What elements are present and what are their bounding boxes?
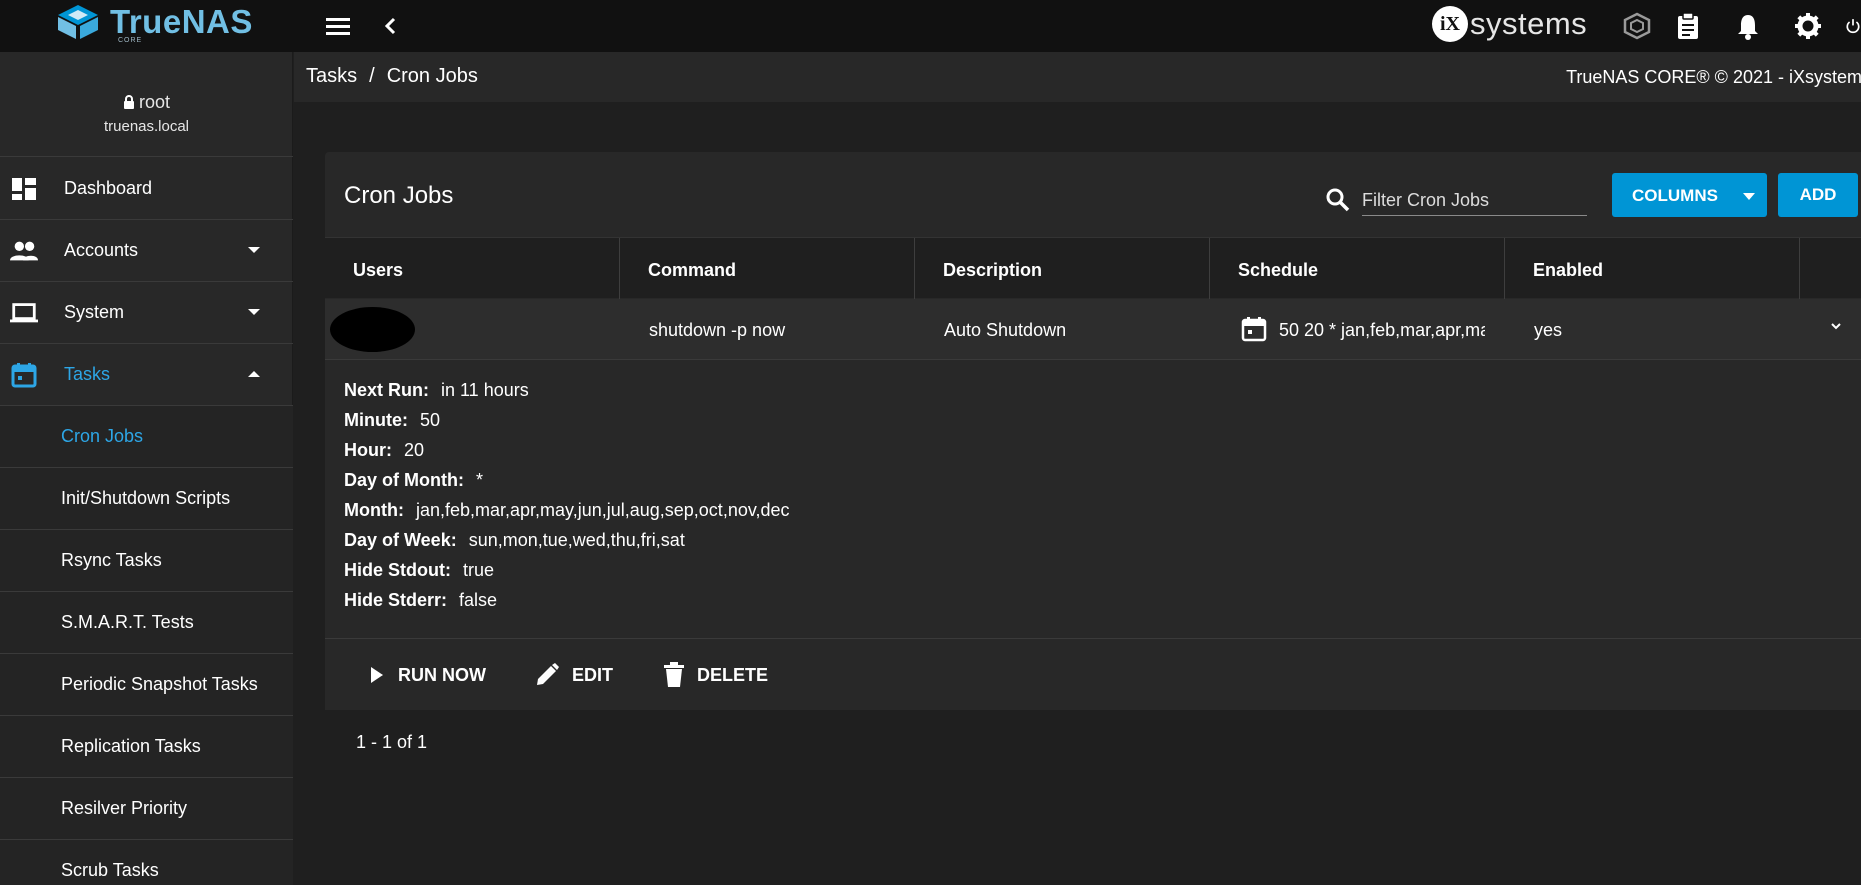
sidebar-item-label: Accounts [64, 240, 139, 260]
sidebar-subitem-init-shutdown-scripts[interactable]: Init/Shutdown Scripts [0, 468, 293, 530]
redacted-users-cell [330, 307, 415, 352]
description-cell: Auto Shutdown [944, 320, 1067, 340]
sidebar-subitem-cron-jobs[interactable]: Cron Jobs [0, 406, 293, 468]
sidebar-subitem-resilver-priority[interactable]: Resilver Priority [0, 778, 293, 840]
sidebar-subitem-scrub-tasks[interactable]: Scrub Tasks [0, 840, 293, 885]
sidebar-item-system[interactable]: System [0, 282, 293, 344]
sidebar-subitem-label: Scrub Tasks [61, 860, 159, 880]
page-title: Cron Jobs [344, 182, 454, 209]
truecommand-icon[interactable] [1622, 11, 1652, 41]
menu-icon[interactable] [324, 11, 354, 41]
gear-icon[interactable] [1793, 11, 1823, 41]
detail-day-of-month: Day of Month: * [344, 470, 483, 490]
breadcrumb-separator: / [369, 65, 375, 87]
ixsystems-logo[interactable]: iX systems [1432, 6, 1587, 42]
detail-hour: Hour: 20 [344, 440, 425, 460]
sidebar: root truenas.local Dashboard Accounts Sy… [0, 52, 293, 885]
ixsystems-logo-text: systems [1470, 6, 1588, 41]
command-cell: shutdown -p now [649, 320, 786, 340]
column-header-users[interactable]: Users [325, 238, 620, 299]
sidebar-item-label: System [64, 302, 125, 322]
detail-minute: Minute: 50 [344, 410, 441, 430]
sidebar-subitem-smart-tests[interactable]: S.M.A.R.T. Tests [0, 592, 293, 654]
table-header: Users Command Description Schedule Enabl… [325, 237, 1861, 299]
sidebar-item-label: Dashboard [64, 178, 153, 198]
add-button[interactable]: ADD [1778, 173, 1858, 217]
back-chevron-icon[interactable] [375, 11, 405, 41]
play-icon [371, 667, 383, 683]
sidebar-subitem-label: Rsync Tasks [61, 550, 162, 570]
caret-down-icon [248, 247, 260, 253]
username: root [138, 92, 171, 112]
sidebar-subitem-label: Resilver Priority [61, 798, 188, 818]
brand-name: TrueNAS [110, 3, 253, 40]
caret-down-icon [248, 309, 260, 315]
schedule-cell: 50 20 * jan,feb,mar,apr,may,jun,jul,aug,… [1279, 320, 1485, 340]
caret-up-icon [248, 371, 260, 377]
column-header-description[interactable]: Description [915, 238, 1210, 299]
pagination-range: 1 - 1 of 1 [356, 732, 428, 752]
sidebar-item-accounts[interactable]: Accounts [0, 220, 293, 282]
expand-chevron-icon[interactable] [1829, 319, 1843, 333]
breadcrumb-current: Cron Jobs [386, 65, 478, 87]
column-header-enabled[interactable]: Enabled [1505, 238, 1800, 299]
user-info: root truenas.local [0, 52, 293, 157]
detail-hide-stderr: Hide Stderr: false [344, 590, 498, 610]
truenas-logo-icon [58, 5, 98, 39]
column-header-command[interactable]: Command [620, 238, 915, 299]
caret-down-icon [1743, 193, 1755, 200]
sidebar-subitem-periodic-snapshot-tasks[interactable]: Periodic Snapshot Tasks [0, 654, 293, 716]
hostname: truenas.local [103, 118, 190, 135]
delete-button[interactable]: DELETE [663, 657, 768, 693]
sidebar-item-label: Tasks [64, 364, 111, 384]
dashboard-icon [10, 175, 38, 203]
row-details: Next Run: in 11 hours Minute: 50 Hour: 20 D… [325, 360, 1861, 638]
breadcrumb: Tasks / Cron Jobs [306, 65, 478, 88]
search-field [1325, 182, 1587, 217]
columns-button[interactable]: COLUMNS [1612, 173, 1767, 217]
power-icon[interactable] [1845, 11, 1861, 41]
sidebar-subitem-rsync-tasks[interactable]: Rsync Tasks [0, 530, 293, 592]
top-bar: TrueNAS CORE iX systems [0, 0, 1861, 52]
calendar-icon [10, 361, 38, 389]
copyright-text[interactable]: TrueNAS CORE® © 2021 - iXsystems [1566, 67, 1861, 88]
edit-button[interactable]: EDIT [534, 657, 613, 693]
ixsystems-logo-mark: iX [1432, 6, 1468, 42]
sidebar-subitem-label: Init/Shutdown Scripts [61, 488, 231, 508]
breadcrumb-bar: Tasks / Cron Jobs TrueNAS CORE® © 2021 - i… [294, 52, 1861, 102]
bell-icon[interactable] [1733, 11, 1763, 41]
sidebar-item-tasks[interactable]: Tasks [0, 344, 293, 406]
detail-hide-stdout: Hide Stdout: true [344, 560, 495, 580]
clipboard-icon[interactable] [1673, 11, 1703, 41]
table-footer: 1 - 1 of 1 [325, 710, 1861, 774]
pencil-icon [537, 663, 559, 685]
laptop-icon [10, 299, 38, 327]
sidebar-subitem-replication-tasks[interactable]: Replication Tasks [0, 716, 293, 778]
people-icon [10, 237, 38, 265]
search-input[interactable] [1362, 182, 1587, 216]
calendar-icon [1241, 317, 1267, 342]
columns-button-label: COLUMNS [1632, 186, 1718, 205]
detail-day-of-week: Day of Week: sun,mon,tue,wed,thu,fri,sat [344, 530, 685, 550]
brand-edition: CORE [118, 37, 143, 44]
table-row[interactable]: shutdown -p now Auto Shutdown 50 20 * ja… [325, 299, 1861, 360]
breadcrumb-tasks[interactable]: Tasks [306, 65, 357, 87]
column-header-schedule[interactable]: Schedule [1210, 238, 1505, 299]
detail-month: Month: jan,feb,mar,apr,may,jun,jul,aug,se… [344, 500, 790, 520]
run-now-button[interactable]: RUN NOW [368, 657, 486, 693]
sidebar-subitem-label: Periodic Snapshot Tasks [61, 674, 258, 694]
sidebar-subitem-label: Replication Tasks [61, 736, 201, 756]
sidebar-subitem-label: Cron Jobs [61, 426, 144, 446]
truenas-logo[interactable]: TrueNAS CORE [56, 3, 253, 44]
lock-icon [123, 93, 135, 114]
trash-icon [664, 662, 684, 687]
search-icon [1326, 188, 1350, 212]
sidebar-item-dashboard[interactable]: Dashboard [0, 158, 293, 220]
cron-jobs-card: Cron Jobs COLUMNS ADD Users Command Desc… [325, 152, 1861, 774]
row-actions: RUN NOW EDIT DELETE [325, 638, 1861, 710]
detail-next-run: Next Run: in 11 hours [344, 380, 529, 400]
sidebar-subitem-label: S.M.A.R.T. Tests [61, 612, 194, 632]
enabled-cell: yes [1534, 320, 1563, 340]
